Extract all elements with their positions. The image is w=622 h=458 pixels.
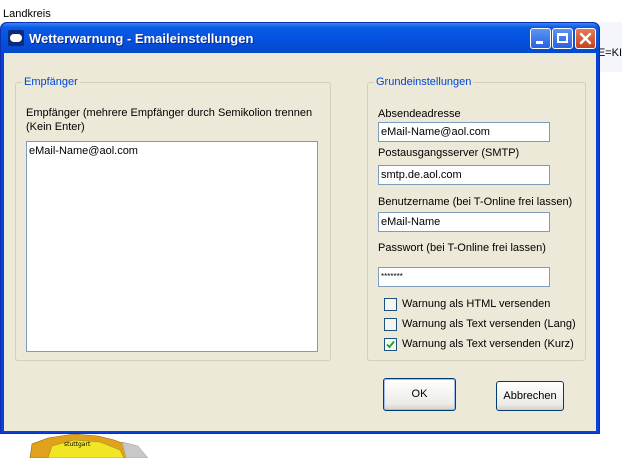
map-fragment: stuttgart	[29, 433, 149, 458]
checkbox-text-long-label[interactable]: Warnung als Text versenden (Lang)	[402, 318, 576, 330]
password-input[interactable]: *******	[378, 267, 550, 287]
checkbox-html[interactable]	[384, 298, 397, 311]
dialog-content: Empfänger Empfänger (mehrere Empfänger d…	[4, 53, 596, 431]
smtp-input[interactable]: smtp.de.aol.com	[378, 165, 550, 185]
checkbox-text-short[interactable]	[384, 338, 397, 351]
recipients-group-title: Empfänger	[22, 76, 80, 88]
ok-button[interactable]: OK	[383, 378, 456, 411]
recipients-textarea[interactable]: eMail-Name@aol.com	[26, 141, 318, 352]
background-label: Landkreis	[3, 8, 51, 20]
close-button[interactable]	[575, 28, 596, 49]
cloud-icon	[8, 30, 24, 46]
sender-input[interactable]: eMail-Name@aol.com	[378, 122, 550, 142]
checkbox-html-label[interactable]: Warnung als HTML versenden	[402, 298, 550, 310]
minimize-icon	[536, 41, 543, 44]
close-icon	[579, 32, 592, 45]
sender-label: Absendeadresse	[378, 108, 461, 120]
title-bar[interactable]: Wetterwarnung - Emaileinstellungen	[1, 23, 599, 53]
smtp-label: Postausgangsserver (SMTP)	[378, 147, 520, 159]
checkbox-text-short-label[interactable]: Warnung als Text versenden (Kurz)	[402, 338, 574, 350]
recipients-group: Empfänger Empfänger (mehrere Empfänger d…	[15, 76, 331, 361]
email-settings-dialog: Wetterwarnung - Emaileinstellungen Empfä…	[0, 22, 600, 434]
minimize-button[interactable]	[530, 28, 551, 49]
map-label: stuttgart	[64, 441, 91, 448]
maximize-icon	[557, 33, 568, 43]
settings-group: Grundeinstellungen Absendeadresse eMail-…	[367, 76, 586, 361]
checkbox-text-long[interactable]	[384, 318, 397, 331]
window-title: Wetterwarnung - Emaileinstellungen	[29, 31, 254, 46]
checkmark-icon	[386, 340, 395, 349]
username-label: Benutzername (bei T-Online frei lassen)	[378, 196, 573, 208]
password-label: Passwort (bei T-Online frei lassen)	[378, 242, 546, 254]
username-input[interactable]: eMail-Name	[378, 212, 550, 232]
recipients-instructions-note: (Kein Enter)	[26, 121, 85, 133]
cancel-button[interactable]: Abbrechen	[496, 381, 564, 411]
maximize-button[interactable]	[552, 28, 573, 49]
recipients-instructions: Empfänger (mehrere Empfänger durch Semik…	[26, 107, 313, 119]
settings-group-title: Grundeinstellungen	[374, 76, 474, 88]
background-edge-text: E=KI	[597, 47, 622, 59]
